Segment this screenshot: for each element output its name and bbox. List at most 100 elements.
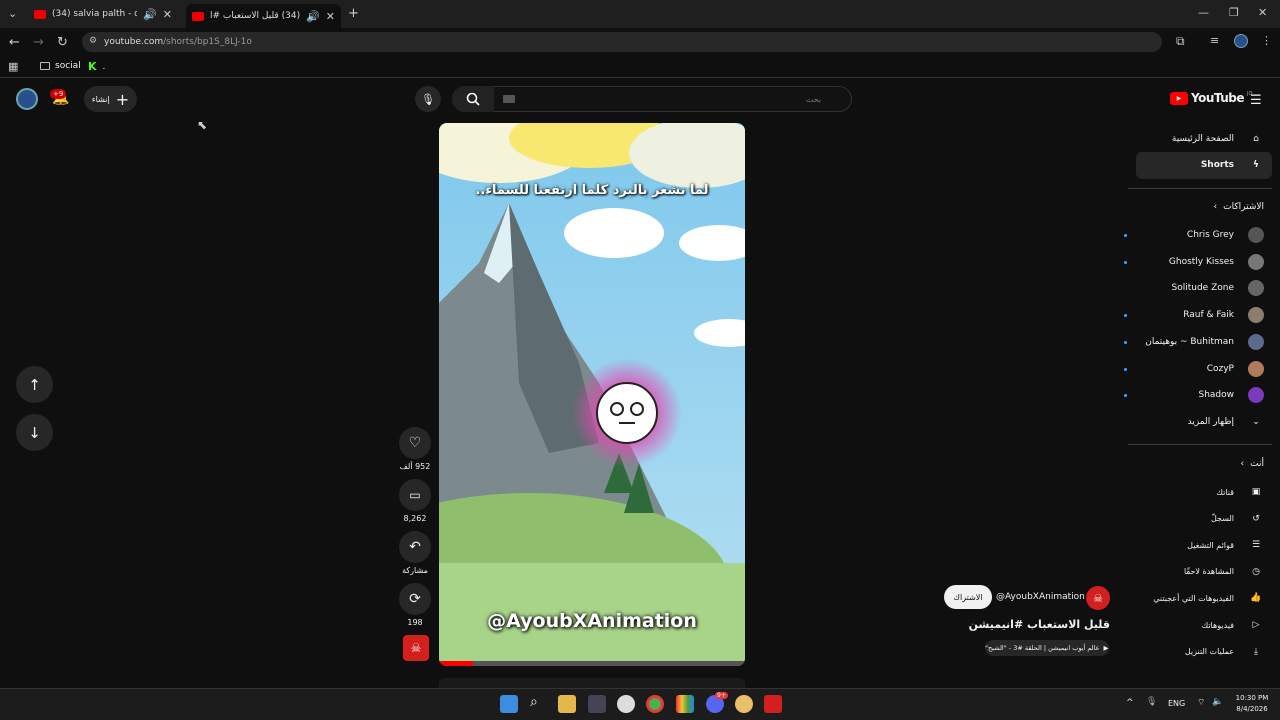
menu-icon[interactable]: ⋮ [1261,34,1272,47]
clock-app-icon[interactable] [617,695,635,713]
sidebar-item-shorts[interactable]: Shorts ϟ [1124,152,1264,178]
progress-bar[interactable] [439,661,745,666]
tab-search-icon[interactable]: ⌄ [8,7,17,20]
app-color-icon[interactable] [676,695,694,713]
maximize-icon[interactable]: ❐ [1229,6,1239,19]
subscription-channel[interactable]: Chris Grey [1124,222,1264,248]
taskbar-search-icon[interactable]: ⌕ [530,694,538,710]
mouse-cursor: ⬉ [197,118,208,132]
new-tab-icon[interactable]: + [348,6,359,21]
remix-icon: ⟳ [409,591,421,607]
subscription-channel[interactable]: بوهيتمان ~ Buhitman [1124,329,1264,355]
url-input[interactable]: ⚙ youtube.com/shorts/bp1S_8LJ-1o [82,32,1162,52]
sidebar-divider [1128,444,1272,445]
sidebar-item-label: فيديوهاتك [1201,620,1234,630]
sidebar-item-you[interactable]: عمليات التنزيل ⤓ [1124,639,1264,665]
previous-short-button[interactable]: ↑ [16,366,53,403]
search-icon [466,92,480,106]
voice-search-button[interactable]: 🎙 [415,86,441,112]
sidebar-item-you[interactable]: فيديوهاتك ▷ [1124,612,1264,638]
channel-logo-icon: ☠ [1093,591,1103,605]
like-button[interactable]: ♡ [399,427,431,459]
arrow-up-icon: ↑ [28,375,41,394]
sidebar-item-you[interactable]: السجلّ ↺ [1124,506,1264,532]
share-button[interactable]: ↶ [399,531,431,563]
channel-name: CozyP [1206,363,1234,374]
keyboard-icon[interactable] [503,95,515,103]
tray-overflow-icon[interactable]: ^ [1126,698,1134,708]
heart-icon: ♡ [408,435,422,451]
show-more-button[interactable]: إظهار المزيد ⌄ [1124,409,1264,435]
subscription-channel[interactable]: Shadow [1124,382,1264,408]
app-icon[interactable] [588,695,606,713]
playlists-icon: ☰ [1251,540,1261,551]
bookmark-folder-social[interactable]: social [40,61,81,71]
tab-1[interactable]: (34) salvia palth - dream (e 🔊 ✕ [28,4,178,24]
volume-icon[interactable]: 🔈 [1212,697,1223,707]
sidebar-item-label: المشاهدة لاحقًا [1183,567,1234,577]
create-button[interactable]: إنشاء + [84,86,137,112]
search-button[interactable] [452,86,494,112]
subscription-channel[interactable]: Ghostly Kisses [1124,249,1264,275]
subscription-channel[interactable]: CozyP [1124,356,1264,382]
channel-avatar [1248,387,1264,404]
close-tab-icon[interactable]: ✕ [163,8,172,21]
forward-icon[interactable]: → [33,35,44,50]
language-indicator[interactable]: ENG [1168,699,1185,708]
sidebar-item-home[interactable]: الصفحة الرئيسية ⌂ [1124,126,1264,152]
audio-icon: 🔊 [143,7,157,21]
start-menu-icon[interactable] [500,695,518,713]
apps-grid-icon[interactable]: ▦ [8,60,18,73]
clock[interactable]: 10:30 PM 8/4/2026 [1230,693,1274,715]
liked-videos-icon: 👍 [1250,593,1262,604]
guide-menu-icon[interactable]: ☰ [1250,93,1262,108]
shorts-icon: ϟ [1253,160,1259,170]
profile-avatar[interactable] [1234,34,1248,48]
wifi-icon[interactable]: ⌔ [1197,697,1205,708]
next-short-button[interactable]: ↓ [16,414,53,451]
subscriptions-header[interactable]: الاشتراكات › [1214,202,1264,212]
app-icon[interactable] [735,695,753,713]
playlist-chip[interactable]: ▶ عالم أيوب انيميشن | الحلقة #3 - "الشبح… [985,640,1109,656]
new-content-dot-icon [1124,340,1127,344]
minimize-icon[interactable]: — [1198,6,1209,19]
sidebar-item-you[interactable]: الفيديوهات التي أعجبتني 👍 [1124,585,1264,611]
subscription-channel[interactable]: Solitude Zone [1124,275,1264,301]
clock-date: 8/4/2026 [1236,705,1268,713]
you-header[interactable]: أنت › [1241,459,1264,469]
youtube-logo[interactable]: ▶ YouTube JO [1170,91,1252,105]
search-input[interactable]: بحث [452,86,852,112]
sidebar-item-you[interactable]: قناتك ▣ [1124,479,1264,505]
arrow-down-icon: ↓ [28,423,41,442]
sidebar-item-you[interactable]: قوائم التشغيل ☰ [1124,532,1264,558]
subscribe-button[interactable]: الاشتراك [944,585,992,609]
media-icon[interactable]: ≡ [1210,34,1219,47]
bookmark-kick[interactable]: K . [88,60,105,73]
sidebar-divider [1128,188,1272,189]
comments-button[interactable]: ▭ [399,479,431,511]
close-window-icon[interactable]: ✕ [1258,6,1267,19]
logo-text: YouTube [1191,91,1245,105]
channel-handle[interactable]: @AyoubXAnimation [996,592,1085,602]
sound-avatar[interactable]: ☠ [403,635,429,661]
app-icon[interactable] [764,695,782,713]
file-explorer-icon[interactable] [558,695,576,713]
mic-tray-icon[interactable]: 🎙 [1146,697,1157,707]
channel-name: Rauf & Faik [1183,310,1234,321]
downloads-icon: ⤓ [1254,646,1258,657]
short-video-player[interactable]: لما نشعر بالبرد كلما ارتفعنا للسماء.. @A… [439,123,745,666]
chrome-icon[interactable] [646,695,664,713]
sidebar-item-you[interactable]: المشاهدة لاحقًا ◷ [1124,559,1264,585]
reload-icon[interactable]: ↻ [57,35,68,50]
back-icon[interactable]: ← [9,35,20,50]
short-title: قليل الاستعباب #انيميشن [968,618,1110,631]
remix-button[interactable]: ⟳ [399,583,431,615]
site-info-icon[interactable]: ⚙ [89,36,97,46]
subscription-channel[interactable]: Rauf & Faik [1124,302,1264,328]
tab-2[interactable]: (34) قليل الاستعباب #انيميشن 🔊 ✕ [186,4,341,28]
extensions-icon[interactable]: ⧉ [1176,34,1185,49]
channel-avatar[interactable]: ☠ [1086,586,1110,610]
youtube-favicon-icon [192,11,204,21]
close-tab-icon[interactable]: ✕ [326,10,335,23]
account-avatar[interactable] [16,88,38,110]
